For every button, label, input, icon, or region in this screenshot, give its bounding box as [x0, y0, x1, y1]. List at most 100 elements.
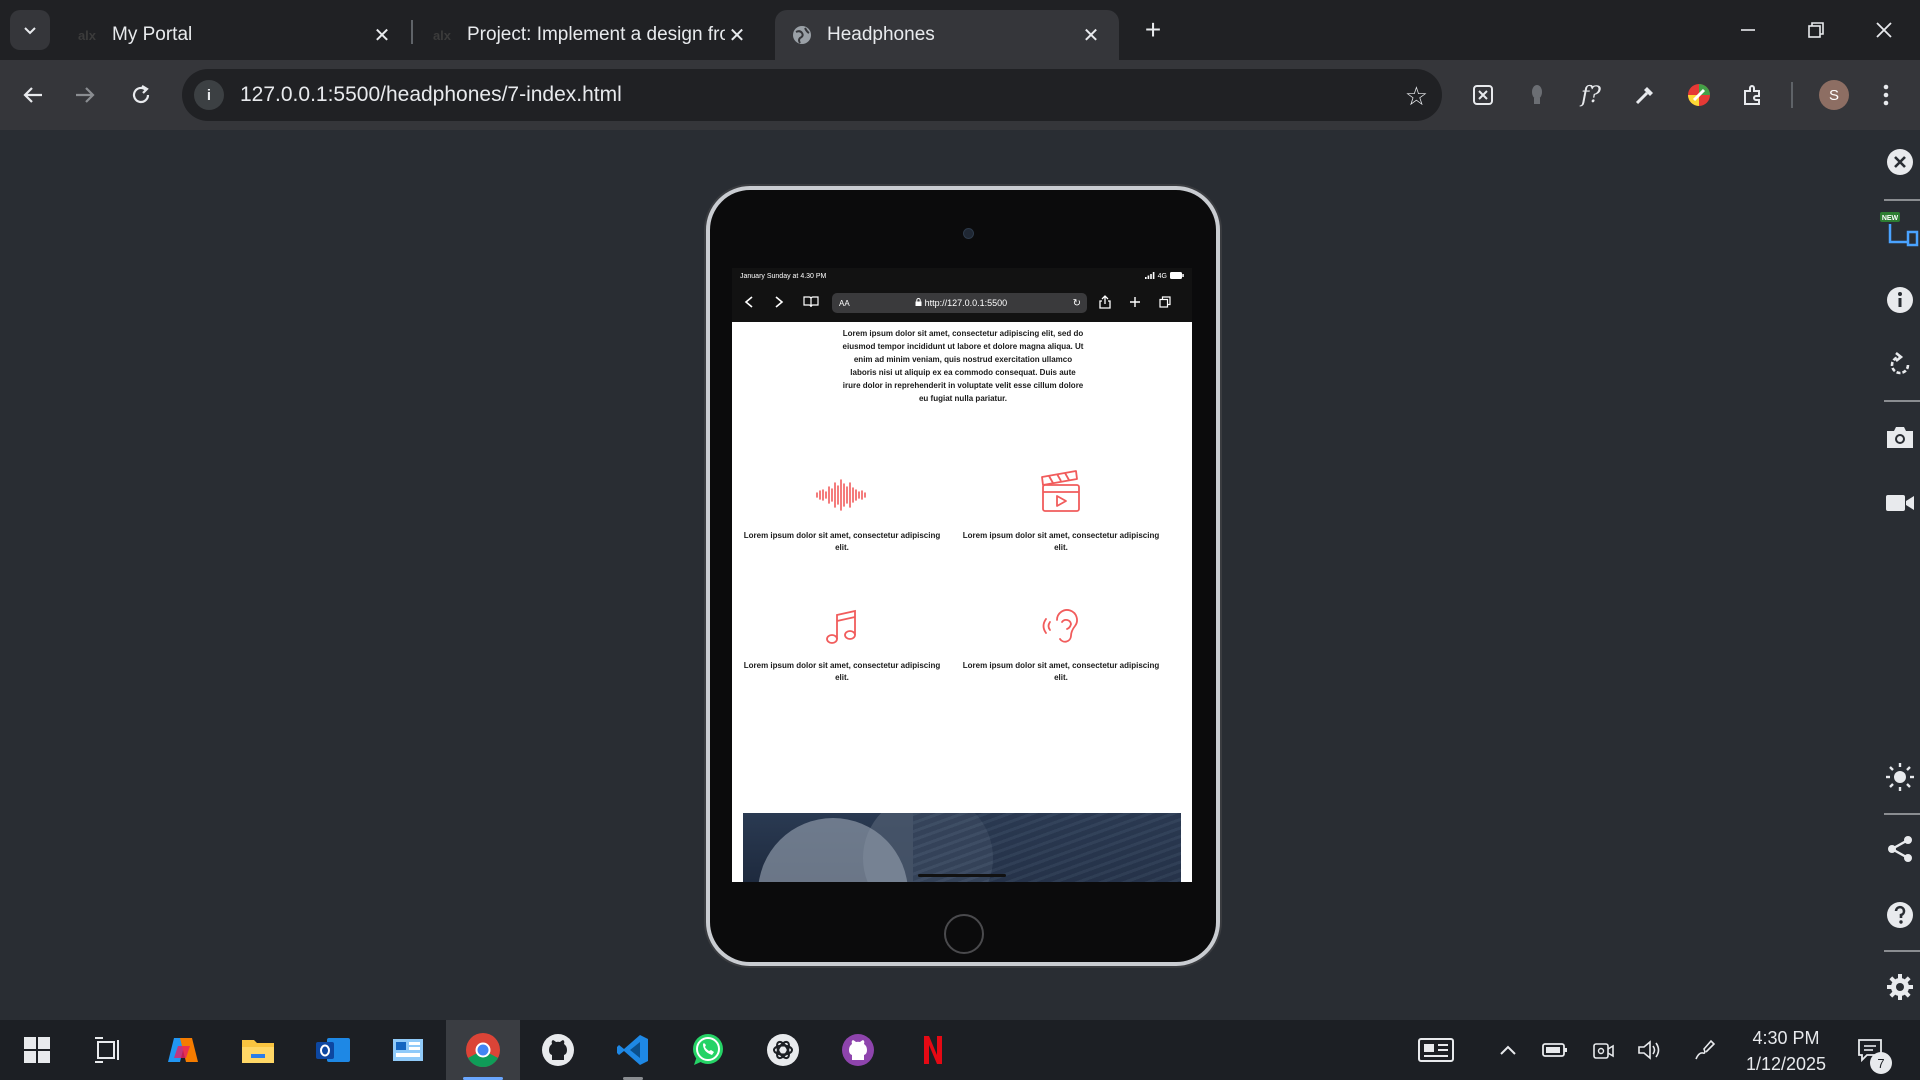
vscode-app[interactable] — [596, 1020, 670, 1080]
info-icon[interactable] — [1880, 280, 1920, 320]
whatsapp-icon — [693, 1034, 723, 1065]
bookmark-star-icon[interactable]: ☆ — [1405, 81, 1428, 112]
close-icon[interactable]: ✕ — [1079, 23, 1103, 47]
reload-icon — [132, 85, 150, 104]
site-info-icon[interactable]: i — [194, 80, 224, 110]
profile-avatar[interactable]: S — [1819, 80, 1849, 110]
extensions-puzzle-icon[interactable] — [1736, 78, 1770, 112]
alx-favicon-icon: alx — [77, 27, 97, 43]
back-button[interactable] — [12, 74, 54, 116]
device-simulator-panel: NEW — [1880, 130, 1920, 1020]
minimize-button[interactable] — [1718, 8, 1778, 52]
file-explorer-app[interactable] — [221, 1020, 295, 1080]
extension-excel-icon[interactable] — [1466, 78, 1500, 112]
tab-search-button[interactable] — [10, 10, 50, 50]
github-app[interactable] — [821, 1020, 895, 1080]
feature-text: Lorem ipsum dolor sit amet, consectetur … — [962, 661, 1160, 682]
netflix-app[interactable] — [896, 1020, 970, 1080]
safari-new-tab-icon[interactable] — [1126, 293, 1144, 311]
color-picker-icon[interactable] — [1682, 78, 1716, 112]
github-purple-icon — [842, 1034, 874, 1066]
home-button[interactable] — [944, 914, 984, 954]
close-icon[interactable]: ✕ — [370, 23, 394, 47]
safari-share-icon[interactable] — [1096, 293, 1114, 311]
clock-date: 1/12/2025 — [1745, 1054, 1827, 1074]
pen-tray-icon[interactable] — [1691, 1036, 1719, 1064]
front-camera — [963, 228, 974, 239]
notification-count-badge: 7 — [1870, 1052, 1892, 1074]
more-menu-icon[interactable] — [1869, 78, 1903, 112]
extension-bulb-icon[interactable] — [1520, 78, 1554, 112]
copilot-app[interactable] — [146, 1020, 220, 1080]
vscode-icon — [617, 1035, 648, 1065]
screenshot-camera-icon[interactable] — [1880, 417, 1920, 457]
status-time: January Sunday at 4.30 PM — [740, 272, 827, 280]
chatgpt-icon — [767, 1034, 799, 1066]
extension-font-icon[interactable]: f? — [1574, 78, 1608, 112]
alx-favicon-icon: alx — [432, 27, 452, 43]
close-simulator-icon[interactable] — [1880, 142, 1920, 182]
whatsapp-app[interactable] — [671, 1020, 745, 1080]
safari-forward-icon[interactable] — [770, 293, 788, 311]
chevron-up-icon[interactable] — [1494, 1036, 1522, 1064]
ear-icon — [1042, 609, 1078, 643]
address-bar[interactable]: i 127.0.0.1:5500/headphones/7-index.html… — [182, 69, 1442, 121]
brightness-icon[interactable] — [1880, 757, 1920, 797]
music-note-icon — [826, 609, 856, 644]
mobile-browser-bar: AA http://127.0.0.1:5500 ↻ — [732, 284, 1192, 322]
safari-tabs-icon[interactable] — [1156, 293, 1174, 311]
new-tab-button[interactable]: + — [1137, 14, 1169, 46]
chatgpt-app[interactable] — [746, 1020, 820, 1080]
control-panel-icon — [393, 1039, 423, 1061]
home-indicator — [918, 874, 1006, 877]
responsive-devices-icon[interactable]: NEW — [1880, 210, 1920, 250]
close-window-button[interactable] — [1854, 8, 1914, 52]
panel-separator — [1884, 199, 1920, 201]
restore-button[interactable] — [1786, 8, 1846, 52]
restore-icon — [1808, 22, 1824, 38]
rotate-icon[interactable] — [1880, 345, 1920, 385]
github-icon — [542, 1034, 574, 1066]
clapperboard-icon — [1041, 470, 1080, 512]
feature-text: Lorem ipsum dolor sit amet, consectetur … — [743, 661, 941, 682]
safari-url[interactable]: http://127.0.0.1:5500 — [850, 298, 1073, 308]
tablet-screen: January Sunday at 4.30 PM 4G AA http://1… — [732, 268, 1192, 882]
task-view-button[interactable] — [71, 1020, 145, 1080]
tab-project[interactable]: alx Project: Implement a design fro ✕ — [415, 10, 765, 60]
share-icon[interactable] — [1880, 829, 1920, 869]
video-record-icon[interactable] — [1880, 483, 1920, 523]
safari-reload-icon[interactable]: ↻ — [1073, 298, 1081, 309]
control-panel-app[interactable] — [371, 1020, 445, 1080]
panel-separator — [1884, 400, 1920, 402]
volume-icon[interactable] — [1636, 1036, 1664, 1064]
tab-my-portal[interactable]: alx My Portal ✕ — [60, 10, 410, 60]
tab-title: My Portal — [112, 24, 193, 45]
news-widget-icon[interactable] — [1418, 1036, 1454, 1064]
headphones-hero-image — [743, 813, 1181, 882]
help-icon[interactable] — [1880, 895, 1920, 935]
address-url[interactable]: 127.0.0.1:5500/headphones/7-index.html — [240, 83, 622, 107]
close-icon — [1876, 22, 1892, 38]
forward-button[interactable] — [64, 74, 106, 116]
settings-gear-icon[interactable] — [1880, 967, 1920, 1007]
github-desktop-app[interactable] — [521, 1020, 595, 1080]
safari-address-field[interactable]: AA http://127.0.0.1:5500 ↻ — [832, 293, 1087, 313]
text-size-button[interactable]: AA — [839, 299, 850, 308]
tab-headphones[interactable]: Headphones ✕ — [775, 10, 1119, 60]
safari-bookmarks-icon[interactable] — [802, 293, 820, 311]
signal-icon — [1144, 271, 1155, 281]
battery-tray-icon[interactable] — [1541, 1036, 1569, 1064]
system-clock[interactable]: 4:30 PM 1/12/2025 — [1726, 1020, 1846, 1080]
outlook-app[interactable] — [296, 1020, 370, 1080]
safari-back-icon[interactable] — [740, 293, 758, 311]
start-button[interactable] — [0, 1020, 74, 1080]
tab-title: Project: Implement a design fro — [467, 24, 725, 45]
close-icon[interactable]: ✕ — [725, 23, 749, 47]
arrow-left-icon — [23, 87, 42, 103]
chrome-app[interactable] — [446, 1020, 520, 1080]
reload-button[interactable] — [120, 74, 162, 116]
camera-tray-icon[interactable] — [1589, 1036, 1617, 1064]
arrow-right-icon — [76, 87, 95, 103]
feature-item: Lorem ipsum dolor sit amet, consectetur … — [961, 608, 1161, 684]
eyedropper-icon[interactable] — [1628, 78, 1662, 112]
